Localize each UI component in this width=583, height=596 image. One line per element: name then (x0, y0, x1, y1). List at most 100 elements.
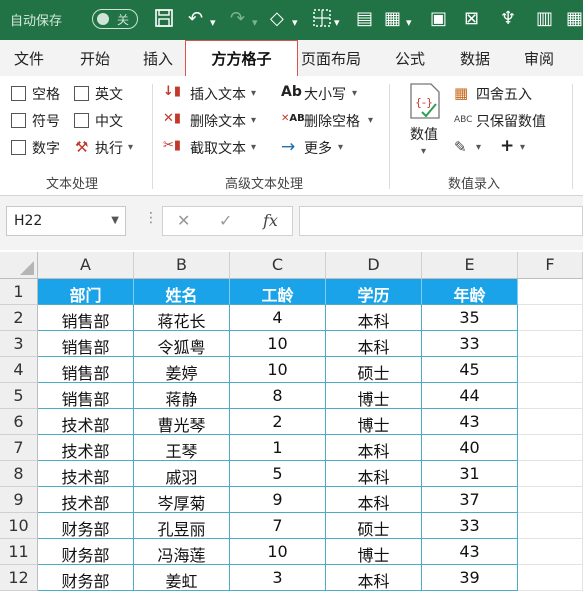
row-header-4[interactable]: 4 (0, 357, 38, 383)
column-header-a[interactable]: A (38, 252, 134, 279)
data-cell[interactable]: 7 (230, 513, 326, 539)
checkbox-english[interactable] (74, 86, 89, 101)
redo-icon[interactable]: ↷ (230, 8, 245, 30)
delete-text-dropdown-icon[interactable]: ▾ (251, 115, 256, 126)
keep-value-button[interactable]: 只保留数值 (476, 111, 546, 131)
delete-text-button[interactable]: 删除文本 (190, 111, 246, 131)
data-cell[interactable]: 本科 (326, 331, 422, 357)
redo-dropdown-icon[interactable]: ▾ (252, 12, 258, 34)
row-header-10[interactable]: 10 (0, 513, 38, 539)
row-header-2[interactable]: 2 (0, 305, 38, 331)
tab-file[interactable]: 文件 (14, 48, 44, 69)
data-cell[interactable]: 孔昱丽 (134, 513, 230, 539)
data-cell[interactable]: 技术部 (38, 409, 134, 435)
cell-empty[interactable] (518, 331, 583, 357)
column-header-c[interactable]: C (230, 252, 326, 279)
data-cell[interactable]: 43 (422, 409, 518, 435)
data-cell[interactable]: 博士 (326, 539, 422, 565)
tab-formulas[interactable]: 公式 (395, 48, 425, 69)
data-cell[interactable]: 45 (422, 357, 518, 383)
data-cell[interactable]: 王琴 (134, 435, 230, 461)
header-cell[interactable]: 学历 (326, 279, 422, 305)
header-cell[interactable]: 年龄 (422, 279, 518, 305)
data-cell[interactable]: 姜虹 (134, 565, 230, 591)
data-cell[interactable]: 销售部 (38, 357, 134, 383)
edit-form-icon[interactable]: ✎ (454, 138, 467, 156)
name-box-dropdown-icon[interactable]: ▼ (111, 215, 119, 226)
data-cell[interactable]: 43 (422, 539, 518, 565)
value-entry-button[interactable]: 数值 (410, 124, 438, 144)
tab-review[interactable]: 审阅 (524, 48, 554, 69)
tab-insert[interactable]: 插入 (143, 48, 173, 69)
round-button[interactable]: 四舍五入 (476, 84, 532, 104)
more-button[interactable]: 更多 (304, 138, 332, 158)
data-cell[interactable]: 销售部 (38, 305, 134, 331)
row-header-5[interactable]: 5 (0, 383, 38, 409)
tab-home[interactable]: 开始 (80, 48, 110, 69)
data-cell[interactable]: 技术部 (38, 435, 134, 461)
data-cell[interactable]: 令狐粤 (134, 331, 230, 357)
tab-data[interactable]: 数据 (460, 48, 490, 69)
column-header-f[interactable]: F (518, 252, 583, 279)
case-dropdown-icon[interactable]: ▾ (352, 88, 357, 99)
delete-space-button[interactable]: 删除空格 (304, 111, 360, 131)
value-entry-dropdown-icon[interactable]: ▾ (421, 146, 426, 157)
case-button[interactable]: 大小写 (304, 84, 346, 104)
data-cell[interactable]: 技术部 (38, 487, 134, 513)
data-cell[interactable]: 本科 (326, 487, 422, 513)
data-cell[interactable]: 冯海莲 (134, 539, 230, 565)
data-cell[interactable]: 财务部 (38, 565, 134, 591)
data-cell[interactable]: 财务部 (38, 513, 134, 539)
data-cell[interactable]: 蒋静 (134, 383, 230, 409)
function-icon[interactable]: fx (263, 211, 278, 230)
data-cell[interactable]: 2 (230, 409, 326, 435)
border-dropdown-icon[interactable]: ▾ (334, 12, 340, 34)
tab-page-layout[interactable]: 页面布局 (301, 48, 361, 69)
data-cell[interactable]: 37 (422, 487, 518, 513)
data-cell[interactable]: 硕士 (326, 357, 422, 383)
select-all-corner[interactable] (0, 252, 38, 279)
grid-icon[interactable]: ▦ (384, 8, 401, 30)
eraser-icon[interactable]: ◇ (270, 8, 284, 30)
column-header-b[interactable]: B (134, 252, 230, 279)
data-cell[interactable]: 财务部 (38, 539, 134, 565)
data-cell[interactable]: 曹光琴 (134, 409, 230, 435)
cell-empty[interactable] (518, 513, 583, 539)
execute-icon[interactable]: ⚒ (75, 138, 88, 156)
data-cell[interactable]: 姜婷 (134, 357, 230, 383)
cell-empty[interactable] (518, 539, 583, 565)
extract-text-button[interactable]: 截取文本 (190, 138, 246, 158)
row-header-7[interactable]: 7 (0, 435, 38, 461)
cell-empty[interactable] (518, 383, 583, 409)
row-header-12[interactable]: 12 (0, 565, 38, 591)
eraser-dropdown-icon[interactable]: ▾ (292, 12, 298, 34)
cancel-icon[interactable]: ✕ (177, 211, 190, 230)
edit-form-dropdown-icon[interactable]: ▾ (476, 142, 481, 153)
cell-empty[interactable] (518, 357, 583, 383)
column-header-e[interactable]: E (422, 252, 518, 279)
plus-dropdown-icon[interactable]: ▾ (520, 142, 525, 153)
checkbox-space[interactable] (11, 86, 26, 101)
checkbox-chinese[interactable] (74, 113, 89, 128)
data-cell[interactable]: 本科 (326, 305, 422, 331)
grid-dropdown-icon[interactable]: ▾ (406, 12, 412, 34)
data-cell[interactable]: 9 (230, 487, 326, 513)
plus-icon[interactable]: + (500, 136, 514, 156)
header-cell[interactable]: 部门 (38, 279, 134, 305)
data-cell[interactable]: 10 (230, 539, 326, 565)
save-icon[interactable] (154, 8, 174, 34)
form-icon[interactable]: ▥ (536, 8, 553, 30)
data-cell[interactable]: 5 (230, 461, 326, 487)
data-cell[interactable]: 硕士 (326, 513, 422, 539)
data-cell[interactable]: 销售部 (38, 383, 134, 409)
data-cell[interactable]: 3 (230, 565, 326, 591)
extract-text-dropdown-icon[interactable]: ▾ (251, 142, 256, 153)
border-icon[interactable] (312, 8, 332, 34)
data-cell[interactable]: 岑厚菊 (134, 487, 230, 513)
checkbox-symbol[interactable] (11, 113, 26, 128)
column-header-d[interactable]: D (326, 252, 422, 279)
confirm-icon[interactable]: ✓ (219, 211, 232, 230)
insert-text-dropdown-icon[interactable]: ▾ (251, 88, 256, 99)
freeze-icon[interactable]: ♆ (500, 8, 516, 30)
data-cell[interactable]: 本科 (326, 565, 422, 591)
